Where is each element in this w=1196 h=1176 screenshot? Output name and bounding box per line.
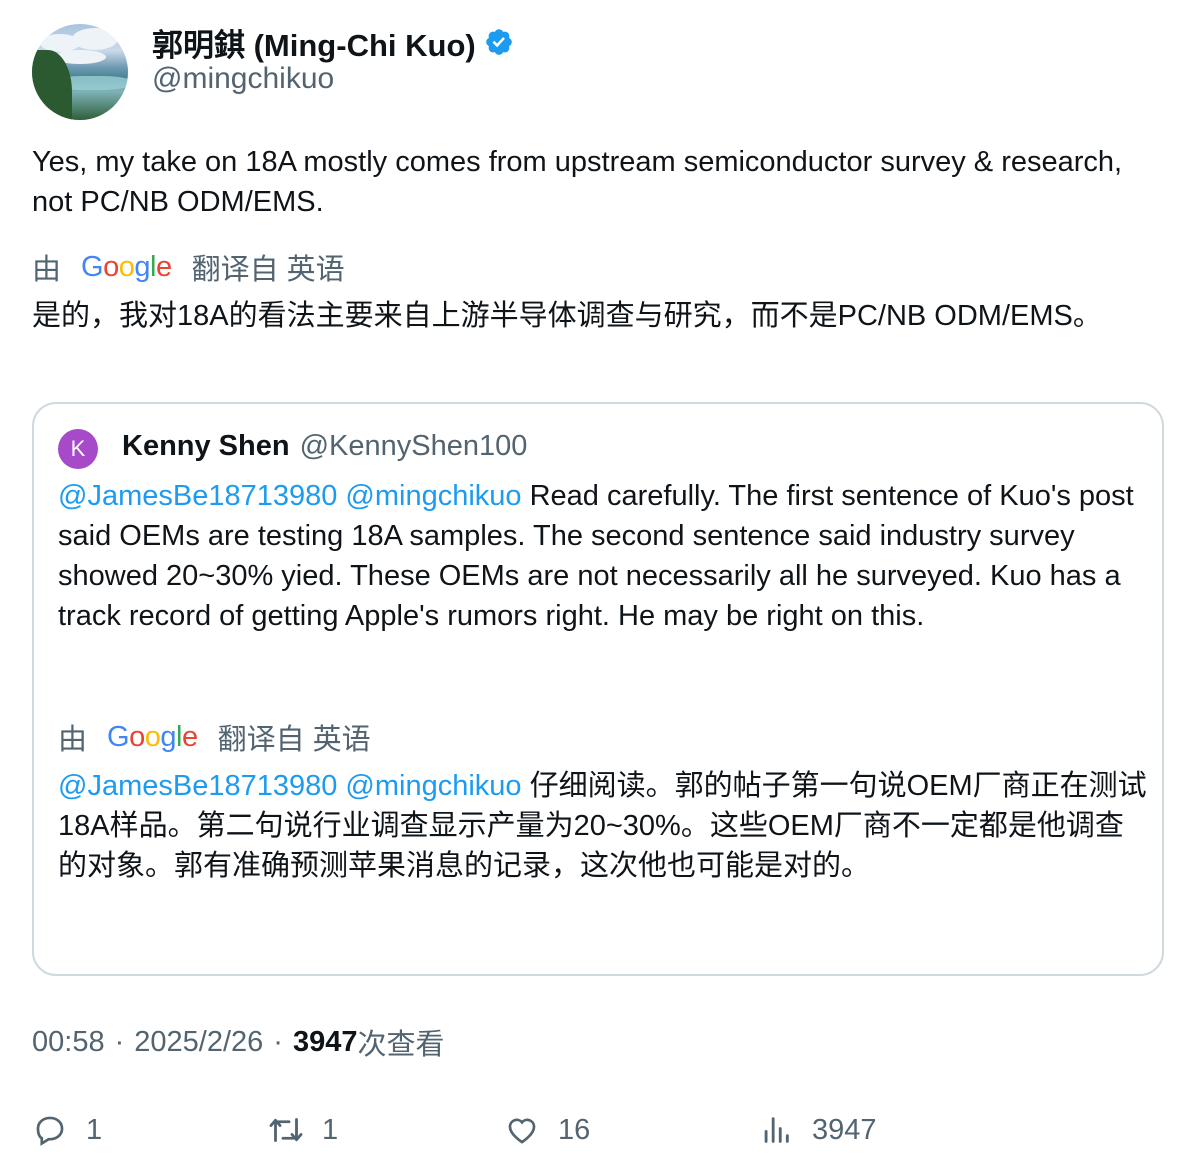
retweet-icon bbox=[268, 1112, 304, 1148]
reply-count: 1 bbox=[86, 1113, 103, 1146]
reply-button[interactable]: 1 bbox=[32, 1108, 102, 1152]
meta-separator: · bbox=[114, 1025, 125, 1058]
tweet-date[interactable]: 2025/2/26 bbox=[134, 1026, 263, 1059]
translated-by-prefix: 由 bbox=[58, 724, 88, 756]
tweet-meta: 00:58 · 2025/2/26 · 3947 次查看 bbox=[32, 1022, 444, 1062]
views-count: 3947 bbox=[292, 1025, 358, 1058]
quoted-tweet[interactable]: K Kenny Shen @KennyShen100 @JamesBe18713… bbox=[32, 402, 1164, 976]
translated-by-suffix: 翻译自 英语 bbox=[191, 254, 345, 286]
views-button[interactable]: 3947 bbox=[758, 1108, 877, 1152]
quote-author-avatar[interactable]: K bbox=[58, 429, 98, 469]
author-avatar[interactable] bbox=[32, 24, 128, 120]
quote-author-name[interactable]: Kenny Shen bbox=[122, 430, 290, 463]
mention-link[interactable]: @mingchikuo bbox=[345, 770, 521, 802]
quote-author-line: Kenny Shen @KennyShen100 bbox=[122, 426, 527, 466]
views-icon bbox=[758, 1112, 794, 1148]
tweet-text: Yes, my take on 18A mostly comes from up… bbox=[32, 146, 1123, 218]
mention-link[interactable]: @mingchikuo bbox=[345, 480, 521, 512]
like-button[interactable]: 16 bbox=[504, 1108, 590, 1152]
quote-translation: @JamesBe18713980 @mingchikuo 仔细阅读。郭的帖子第一… bbox=[58, 766, 1148, 886]
views-action-count: 3947 bbox=[812, 1113, 877, 1146]
like-count: 16 bbox=[558, 1113, 591, 1146]
author-display-name[interactable]: 郭明錤 (Ming-Chi Kuo) bbox=[152, 20, 476, 65]
mention-link[interactable]: @JamesBe18713980 bbox=[58, 480, 337, 512]
meta-separator: · bbox=[273, 1025, 283, 1058]
google-logo[interactable]: Google bbox=[107, 721, 198, 754]
retweet-button[interactable]: 1 bbox=[268, 1108, 338, 1152]
verified-badge-icon[interactable] bbox=[484, 27, 514, 57]
tweet-time[interactable]: 00:58 bbox=[32, 1026, 105, 1059]
quote-text: @JamesBe18713980 @mingchikuo Read carefu… bbox=[58, 476, 1148, 636]
author-handle[interactable]: @mingchikuo bbox=[152, 62, 334, 96]
translated-by-suffix: 翻译自 英语 bbox=[217, 724, 371, 756]
like-icon bbox=[504, 1112, 540, 1148]
quote-translated-by-line: 由 Google 翻译自 英语 bbox=[58, 717, 371, 757]
retweet-count: 1 bbox=[322, 1113, 339, 1146]
mention-link[interactable]: @JamesBe18713980 bbox=[58, 770, 337, 802]
tweet-translation: 是的，我对18A的看法主要来自上游半导体调查与研究，而不是PC/NB ODM/E… bbox=[32, 300, 1102, 332]
translated-by-line: 由 Google 翻译自 英语 bbox=[32, 247, 345, 287]
views-label: 次查看 bbox=[357, 1029, 445, 1061]
reply-icon bbox=[32, 1112, 68, 1148]
google-logo[interactable]: Google bbox=[81, 251, 172, 284]
translated-by-prefix: 由 bbox=[32, 254, 62, 286]
quote-author-handle[interactable]: @KennyShen100 bbox=[300, 430, 528, 463]
author-name-line: 郭明錤 (Ming-Chi Kuo) bbox=[152, 20, 514, 65]
